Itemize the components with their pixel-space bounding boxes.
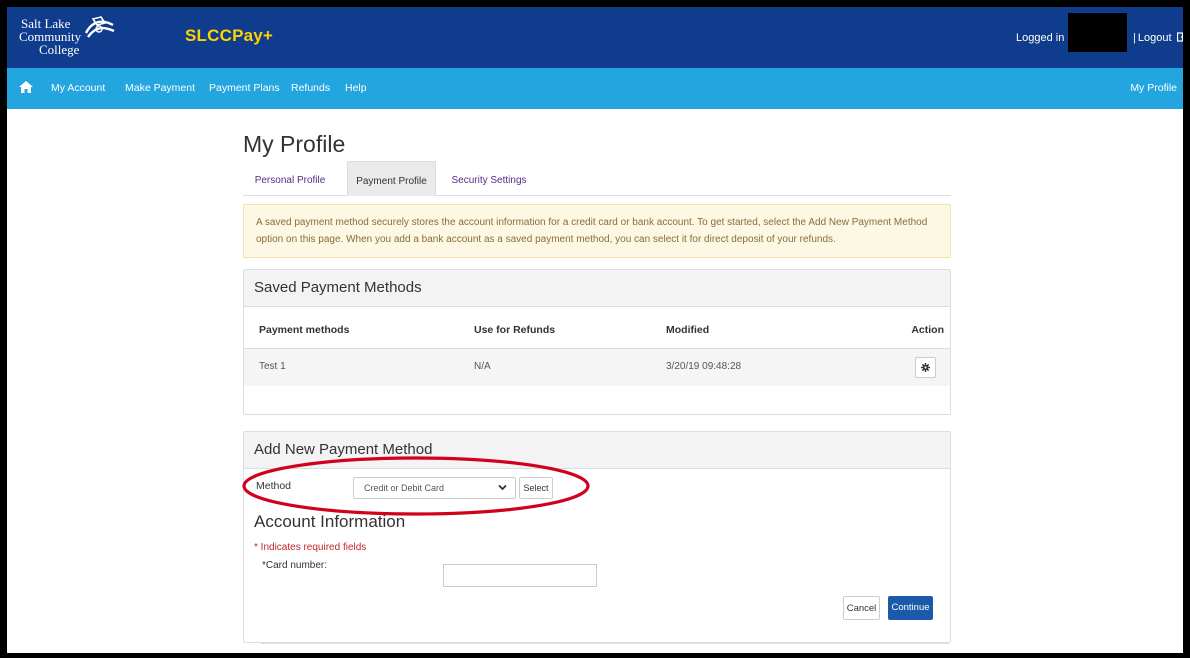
annotation-oval — [242, 456, 590, 516]
nav-payment-plans[interactable]: Payment Plans — [209, 82, 280, 94]
cell-method-name: Test 1 — [259, 361, 286, 372]
cell-modified: 3/20/19 09:48:28 — [666, 361, 742, 372]
screenshot-frame: Salt Lake Community College SLCCPay+ Log… — [0, 0, 1190, 658]
cell-refunds: N/A — [474, 361, 491, 372]
saved-methods-panel: Saved Payment Methods Payment methods Us… — [243, 269, 951, 415]
redacted-username — [1068, 13, 1127, 52]
logo-line-3: College — [39, 42, 80, 57]
saved-methods-heading: Saved Payment Methods — [244, 270, 950, 307]
tab-payment-profile[interactable]: Payment Profile — [347, 161, 436, 196]
profile-tabs: Personal Profile Payment Profile Securit… — [243, 161, 951, 196]
gear-icon — [921, 363, 930, 372]
col-action: Action — [911, 324, 944, 336]
account-info-heading: Account Information — [254, 512, 406, 531]
nav-my-account[interactable]: My Account — [51, 82, 105, 94]
nav-my-profile[interactable]: My Profile — [1130, 82, 1177, 94]
col-modified: Modified — [666, 324, 710, 336]
col-use-for-refunds: Use for Refunds — [474, 324, 556, 336]
logo-mark-icon — [84, 16, 115, 38]
logout-link[interactable]: | Logout — [1133, 32, 1183, 44]
row-action-button[interactable] — [915, 357, 936, 378]
continue-button[interactable]: Continue — [888, 596, 933, 620]
required-fields-note: * Indicates required fields — [254, 542, 367, 553]
page-content: My Profile Personal Profile Payment Prof… — [7, 109, 1183, 653]
tab-personal-profile[interactable]: Personal Profile — [243, 161, 337, 196]
nav-refunds[interactable]: Refunds — [291, 82, 330, 94]
add-method-panel: Add New Payment Method Method Credit or … — [242, 431, 951, 643]
main-nav: My Account Make Payment Payment Plans Re… — [7, 68, 1183, 109]
card-number-label: *Card number: — [262, 560, 328, 571]
tab-security-settings[interactable]: Security Settings — [443, 161, 535, 196]
nav-help[interactable]: Help — [345, 82, 367, 94]
app-title[interactable]: SLCCPay+ — [185, 26, 273, 46]
page-title: My Profile — [243, 131, 346, 157]
college-logo[interactable]: Salt Lake Community College — [19, 13, 131, 61]
cancel-button[interactable]: Cancel — [843, 596, 880, 620]
logout-separator: | — [1133, 32, 1136, 44]
logged-in-label: Logged in a — [1016, 32, 1074, 44]
home-icon[interactable] — [19, 81, 33, 93]
info-alert: A saved payment method securely stores t… — [243, 204, 951, 258]
nav-make-payment[interactable]: Make Payment — [125, 82, 195, 94]
logout-label: Logout — [1137, 32, 1172, 44]
table-row: Test 1 N/A 3/20/19 09:48:28 — [244, 348, 950, 386]
card-number-input[interactable] — [443, 564, 597, 587]
col-payment-methods: Payment methods — [259, 324, 350, 336]
section-divider — [261, 643, 949, 644]
logout-icon — [1176, 32, 1183, 42]
top-header: Salt Lake Community College SLCCPay+ Log… — [7, 7, 1183, 68]
